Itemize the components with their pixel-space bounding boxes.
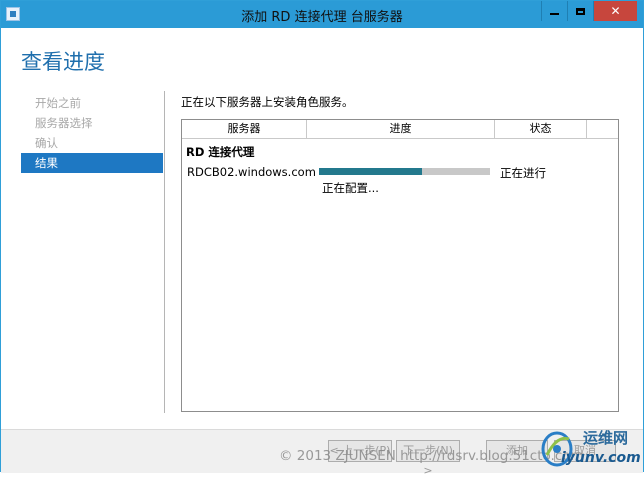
minimize-icon	[550, 13, 559, 15]
maximize-icon	[576, 7, 585, 15]
minimize-button[interactable]	[541, 1, 567, 21]
instruction-text: 正在以下服务器上安装角色服务。	[181, 95, 354, 109]
nav-item-results[interactable]: 结果	[21, 153, 163, 173]
progress-bar	[319, 168, 490, 175]
nav-item-confirmation[interactable]: 确认	[21, 133, 163, 153]
nav-item-server-selection[interactable]: 服务器选择	[21, 113, 163, 133]
maximize-button[interactable]	[567, 1, 593, 21]
wizard-nav: 开始之前 服务器选择 确认 结果	[21, 93, 163, 173]
column-header-spacer	[587, 120, 618, 138]
window-controls: ✕	[541, 1, 637, 21]
group-label: RD 连接代理	[186, 145, 255, 159]
nav-item-before-you-begin[interactable]: 开始之前	[21, 93, 163, 113]
watermark-logo-text: 运维网	[583, 429, 629, 447]
watermark-logo-url: iyunv.com	[561, 450, 641, 466]
server-name: RDCB02.windows.com	[187, 165, 316, 179]
column-header-progress[interactable]: 进度	[307, 120, 495, 138]
nav-divider	[164, 91, 165, 413]
progress-detail: 正在配置...	[322, 181, 379, 195]
progress-table: 服务器 进度 状态 RD 连接代理 RDCB02.windows.com 正在进…	[181, 119, 619, 412]
column-header-status[interactable]: 状态	[495, 120, 587, 138]
title-bar[interactable]: 添加 RD 连接代理 台服务器 ✕	[1, 1, 643, 28]
page-title: 查看进度	[21, 50, 105, 74]
table-header: 服务器 进度 状态	[182, 120, 618, 139]
close-button[interactable]: ✕	[593, 1, 637, 21]
wizard-window: 添加 RD 连接代理 台服务器 ✕ 查看进度 开始之前 服务器选择 确认 结果 …	[0, 0, 644, 477]
copyright-watermark: © 2013 ZJUNSEN http://rdsrv.blog.51cto.c…	[279, 448, 584, 464]
status-text: 正在进行	[500, 166, 546, 180]
close-icon: ✕	[610, 4, 621, 18]
progress-bar-fill	[319, 168, 422, 175]
column-header-server[interactable]: 服务器	[182, 120, 307, 138]
